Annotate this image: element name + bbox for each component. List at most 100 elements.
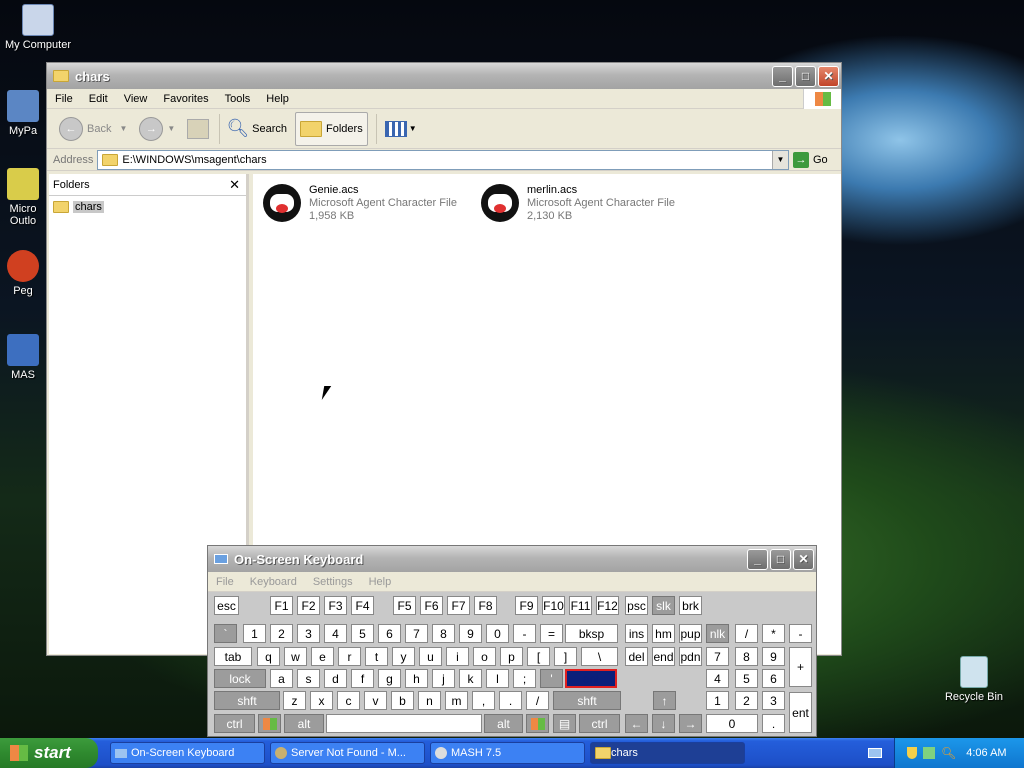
file-item[interactable]: Genie.acs Microsoft Agent Character File… <box>263 184 457 223</box>
key-h[interactable]: h <box>405 669 428 688</box>
chevron-down-icon[interactable]: ▼ <box>409 124 417 133</box>
network-icon[interactable] <box>923 747 935 759</box>
minimize-button[interactable]: _ <box>747 548 768 570</box>
chevron-down-icon[interactable]: ▼ <box>119 124 127 133</box>
key-f5[interactable]: F5 <box>393 596 416 615</box>
key-r[interactable]: r <box>338 647 361 666</box>
key-f2[interactable]: F2 <box>297 596 320 615</box>
close-button[interactable]: ✕ <box>793 548 814 570</box>
key-[interactable]: , <box>472 691 495 710</box>
desktop-icon-my-computer[interactable]: My Computer <box>2 4 74 51</box>
chevron-down-icon[interactable]: ▼ <box>167 124 175 133</box>
key-k[interactable]: k <box>459 669 482 688</box>
key-ent[interactable]: ent <box>789 692 812 733</box>
key-0[interactable]: 0 <box>706 714 758 733</box>
key-ent[interactable]: ent <box>565 669 617 688</box>
chevron-down-icon[interactable]: ▼ <box>772 150 788 169</box>
key-hm[interactable]: hm <box>652 624 675 643</box>
go-button[interactable]: → Go <box>793 151 841 168</box>
key-9[interactable]: 9 <box>459 624 482 643</box>
key-f6[interactable]: F6 <box>420 596 443 615</box>
desktop-icon-peg[interactable]: Peg <box>0 250 46 297</box>
key-m[interactable]: m <box>445 691 468 710</box>
key-x[interactable]: x <box>310 691 333 710</box>
menu-favorites[interactable]: Favorites <box>155 93 216 105</box>
menu-file[interactable]: File <box>47 93 81 105</box>
key-z[interactable]: z <box>283 691 306 710</box>
key-psc[interactable]: psc <box>625 596 648 615</box>
key-3[interactable]: 3 <box>297 624 320 643</box>
back-button[interactable]: ← Back ▼ <box>55 112 131 146</box>
key-del[interactable]: del <box>625 647 648 666</box>
key-shft[interactable]: shft <box>553 691 621 710</box>
key-f12[interactable]: F12 <box>596 596 619 615</box>
key-f3[interactable]: F3 <box>324 596 347 615</box>
menu-file[interactable]: File <box>208 576 242 588</box>
search-icon[interactable]: 🔍︎ <box>941 746 956 760</box>
key-alt[interactable]: alt <box>484 714 523 733</box>
taskbar-button-osk[interactable]: On-Screen Keyboard <box>110 742 265 764</box>
key-f10[interactable]: F10 <box>542 596 565 615</box>
key-s[interactable]: s <box>297 669 320 688</box>
key-ctrl[interactable]: ctrl <box>214 714 255 733</box>
key-y[interactable]: y <box>392 647 415 666</box>
start-button[interactable]: start <box>0 738 98 768</box>
key-6[interactable]: 6 <box>762 669 785 688</box>
key-alt[interactable]: alt <box>284 714 324 733</box>
key-[interactable]: ' <box>540 669 563 688</box>
key-w[interactable]: w <box>284 647 307 666</box>
key-5[interactable]: 5 <box>735 669 758 688</box>
key-[interactable]: ` <box>214 624 237 643</box>
menu-settings[interactable]: Settings <box>305 576 361 588</box>
address-input[interactable]: E:\WINDOWS\msagent\chars ▼ <box>97 149 789 170</box>
key-[interactable]: ] <box>554 647 577 666</box>
key-4[interactable]: 4 <box>706 669 729 688</box>
key-i[interactable]: i <box>446 647 469 666</box>
key-c[interactable]: c <box>337 691 360 710</box>
key-9[interactable]: 9 <box>762 647 785 666</box>
key-u[interactable]: u <box>419 647 442 666</box>
arrow-up-key[interactable]: ↑ <box>653 691 676 710</box>
key-1[interactable]: 1 <box>706 691 729 710</box>
maximize-button[interactable]: □ <box>795 65 816 87</box>
menu-keyboard[interactable]: Keyboard <box>242 576 305 588</box>
key-shft[interactable]: shft <box>214 691 280 710</box>
key-b[interactable]: b <box>391 691 414 710</box>
menu-edit[interactable]: Edit <box>81 93 116 105</box>
key-1[interactable]: 1 <box>243 624 266 643</box>
key-a[interactable]: a <box>270 669 293 688</box>
key-0[interactable]: 0 <box>486 624 509 643</box>
menu-key[interactable]: ▤ <box>553 714 576 733</box>
key-[interactable]: . <box>762 714 785 733</box>
osk-titlebar[interactable]: On-Screen Keyboard _ □ ✕ <box>208 546 816 572</box>
key-ctrl[interactable]: ctrl <box>579 714 620 733</box>
arrow-left-key[interactable]: ← <box>625 714 648 733</box>
key-8[interactable]: 8 <box>735 647 758 666</box>
key-end[interactable]: end <box>652 647 675 666</box>
key-[interactable]: / <box>526 691 549 710</box>
up-folder-button[interactable] <box>183 112 213 146</box>
key-2[interactable]: 2 <box>270 624 293 643</box>
key-q[interactable]: q <box>257 647 280 666</box>
views-button[interactable]: ▼ <box>381 112 421 146</box>
key-2[interactable]: 2 <box>735 691 758 710</box>
file-item[interactable]: merlin.acs Microsoft Agent Character Fil… <box>481 184 675 223</box>
key-p[interactable]: p <box>500 647 523 666</box>
maximize-button[interactable]: □ <box>770 548 791 570</box>
desktop-icon-recycle-bin[interactable]: Recycle Bin <box>938 656 1010 703</box>
key-o[interactable]: o <box>473 647 496 666</box>
key-n[interactable]: n <box>418 691 441 710</box>
key-[interactable]: + <box>789 647 812 687</box>
space-key[interactable] <box>326 714 482 733</box>
key-t[interactable]: t <box>365 647 388 666</box>
taskbar-button-chars[interactable]: chars <box>590 742 745 764</box>
key-f4[interactable]: F4 <box>351 596 374 615</box>
key-6[interactable]: 6 <box>378 624 401 643</box>
key-d[interactable]: d <box>324 669 347 688</box>
key-pdn[interactable]: pdn <box>679 647 702 666</box>
key-pup[interactable]: pup <box>679 624 702 643</box>
key-v[interactable]: v <box>364 691 387 710</box>
menu-help[interactable]: Help <box>258 93 297 105</box>
close-icon[interactable]: ✕ <box>229 177 240 193</box>
minimize-button[interactable]: _ <box>772 65 793 87</box>
